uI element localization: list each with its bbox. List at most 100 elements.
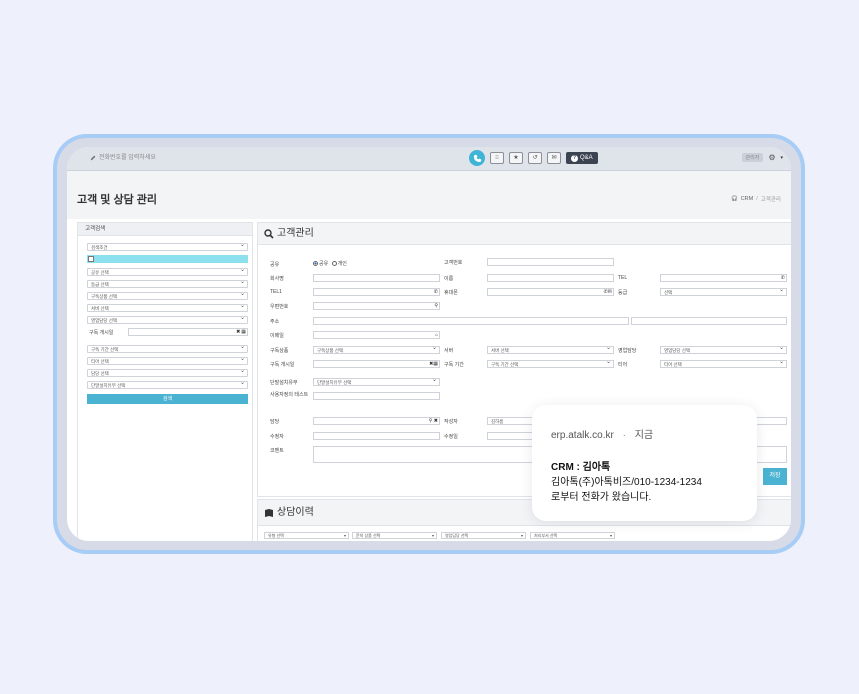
toolbar-icons: ⁝⁝ ★ ↺ ✉ ? Q&A bbox=[469, 150, 598, 166]
lock-icon: ⌂ bbox=[434, 332, 438, 338]
tel-label: TEL bbox=[618, 275, 628, 281]
tel1-input[interactable]: ✆ bbox=[313, 288, 440, 296]
user-name[interactable]: 관리자 bbox=[741, 153, 764, 162]
sales-label: 영업담당 bbox=[618, 348, 637, 354]
modified-label: 수정일 bbox=[444, 434, 458, 440]
customer-search-panel: 고객검색 검색조건 공유 선택 등급 선택 구독상품 선택 서버 선택 영업담당… bbox=[77, 222, 253, 541]
call-button[interactable] bbox=[469, 150, 485, 166]
phone-icon[interactable]: ✆ bbox=[781, 275, 785, 282]
select-all-checkbox[interactable] bbox=[88, 256, 94, 262]
search-icon[interactable]: ⚲ bbox=[434, 303, 438, 310]
company-input[interactable] bbox=[313, 274, 440, 282]
name-input[interactable] bbox=[487, 274, 614, 282]
notification-dot: · bbox=[622, 430, 626, 441]
zip-label: 우편번호 bbox=[270, 304, 289, 310]
sales-select[interactable]: 영업담당 선택 bbox=[660, 345, 787, 354]
address-input[interactable] bbox=[313, 317, 629, 325]
grade-label: 등급 bbox=[618, 290, 628, 296]
modifier-label: 수정자 bbox=[270, 434, 284, 440]
history-title: 상담이력 bbox=[277, 506, 314, 518]
period-select[interactable]: 구독 기간 선택 bbox=[487, 359, 614, 368]
tier-select[interactable]: 티어 선택 bbox=[660, 359, 787, 368]
share-label: 공유 bbox=[270, 262, 280, 268]
qa-button[interactable]: ? Q&A bbox=[566, 152, 598, 164]
comment-label: 코멘트 bbox=[270, 448, 284, 454]
search-text-input[interactable] bbox=[87, 255, 248, 263]
comment-input[interactable] bbox=[313, 446, 539, 463]
breadcrumb-current: 고객관리 bbox=[760, 197, 781, 203]
server-select[interactable]: 서버 선택 bbox=[487, 345, 614, 354]
breadcrumb-separator: / bbox=[756, 196, 758, 202]
writer-label: 작성자 bbox=[444, 419, 458, 425]
notification-source: erp.atalk.co.kr bbox=[551, 430, 614, 441]
dialpad-icon[interactable]: ⁝⁝ bbox=[490, 152, 504, 164]
sales-select[interactable]: 영업담당 선택 bbox=[87, 315, 248, 324]
device-select[interactable]: 단말설치유무 선택 bbox=[313, 377, 440, 386]
star-icon[interactable]: ★ bbox=[509, 152, 523, 164]
address-detail-input[interactable] bbox=[631, 317, 787, 325]
book-icon bbox=[265, 508, 273, 517]
email-label: 이메일 bbox=[270, 333, 284, 339]
sales-filter[interactable]: 영업담당 선택 bbox=[441, 532, 526, 539]
message-icon[interactable]: ✉ bbox=[547, 152, 561, 164]
notification-source-line: erp.atalk.co.kr · 지금 bbox=[551, 426, 653, 441]
start-date-input[interactable]: ✖▦ bbox=[313, 360, 440, 368]
notification-caller: 김아톡(주)아톡비즈/010-1234-1234 bbox=[551, 477, 702, 488]
calendar-icon[interactable]: ▦ bbox=[241, 329, 246, 335]
department-filter[interactable]: 처리부서 선택 bbox=[530, 532, 615, 539]
phone-input[interactable]: 전화번호를 입력하세요 bbox=[87, 150, 377, 167]
customer-no-input bbox=[487, 258, 614, 266]
phone-icon[interactable]: ✆ bbox=[434, 289, 438, 296]
customer-panel-header: 고객관리 bbox=[258, 223, 791, 245]
user-tools: 관리자 ⚙ ▾ bbox=[741, 153, 783, 162]
owner-input[interactable]: ⚲ ✖ bbox=[313, 417, 440, 425]
grade-select[interactable]: 등급 선택 bbox=[87, 279, 248, 288]
product-label: 구독상품 bbox=[270, 348, 289, 354]
call-notification[interactable]: erp.atalk.co.kr · 지금 CRM : 김아톡 김아톡(주)아톡비… bbox=[532, 405, 757, 521]
type-filter[interactable]: 유형 선택 bbox=[264, 532, 349, 539]
breadcrumb-crm[interactable]: CRM bbox=[741, 196, 754, 202]
mobile-input[interactable]: ✆✉ bbox=[487, 288, 614, 296]
server-select[interactable]: 서버 선택 bbox=[87, 303, 248, 312]
caret-down-icon[interactable]: ▾ bbox=[780, 155, 783, 161]
customer-panel-title: 고객관리 bbox=[277, 227, 314, 239]
share-select[interactable]: 공유 선택 bbox=[87, 267, 248, 276]
zip-input[interactable]: ⚲ bbox=[313, 302, 440, 310]
history-icon[interactable]: ↺ bbox=[528, 152, 542, 164]
custom-field-input[interactable] bbox=[313, 392, 440, 400]
device-select[interactable]: 단말설치유무 선택 bbox=[87, 380, 248, 389]
device-label: 단말설치유무 bbox=[270, 380, 298, 386]
gear-icon[interactable]: ⚙ bbox=[768, 153, 775, 162]
search-condition-select[interactable]: 검색조건 bbox=[87, 242, 248, 251]
breadcrumb: 🎧︎ CRM / 고객관리 bbox=[731, 195, 781, 203]
calendar-icon[interactable]: ✖▦ bbox=[429, 361, 438, 368]
period-select[interactable]: 구독 기간 선택 bbox=[87, 344, 248, 353]
tel-input[interactable]: ✆ bbox=[660, 274, 787, 282]
owner-select[interactable]: 담당 선택 bbox=[87, 368, 248, 377]
notification-title: CRM : 김아톡 bbox=[551, 462, 611, 473]
product-select[interactable]: 구독상품 선택 bbox=[87, 291, 248, 300]
product-filter[interactable]: 문의 상품 선택 bbox=[352, 532, 437, 539]
search-icon bbox=[264, 228, 274, 239]
phone-sms-icon[interactable]: ✆✉ bbox=[604, 289, 612, 296]
search-button[interactable]: 검색 bbox=[87, 394, 248, 404]
start-date-input[interactable]: ✖▦ bbox=[128, 328, 248, 336]
notification-time: 지금 bbox=[634, 430, 654, 441]
tier-select[interactable]: 티어 선택 bbox=[87, 356, 248, 365]
email-input[interactable]: ⌂ bbox=[313, 331, 440, 339]
share-radio-public[interactable] bbox=[313, 261, 318, 267]
clear-icon[interactable]: ✖ bbox=[236, 329, 240, 335]
share-radio-private[interactable] bbox=[331, 261, 337, 267]
product-select[interactable]: 구독상품 선택 bbox=[313, 345, 440, 354]
start-date-label: 구독 개시일 bbox=[270, 362, 295, 368]
company-label: 회사명 bbox=[270, 276, 284, 282]
save-button[interactable]: 저장 bbox=[763, 468, 787, 485]
server-label: 서버 bbox=[444, 348, 454, 354]
start-date-label: 구독 개시일 bbox=[89, 330, 114, 336]
search-clear-icon[interactable]: ⚲ ✖ bbox=[429, 418, 438, 425]
grade-select[interactable]: 선택 bbox=[660, 287, 787, 296]
mobile-label: 휴대폰 bbox=[444, 290, 458, 296]
qa-label: Q&A bbox=[580, 155, 593, 161]
customer-no-label: 고객번호 bbox=[444, 260, 463, 266]
name-label: 이름 bbox=[444, 276, 454, 282]
